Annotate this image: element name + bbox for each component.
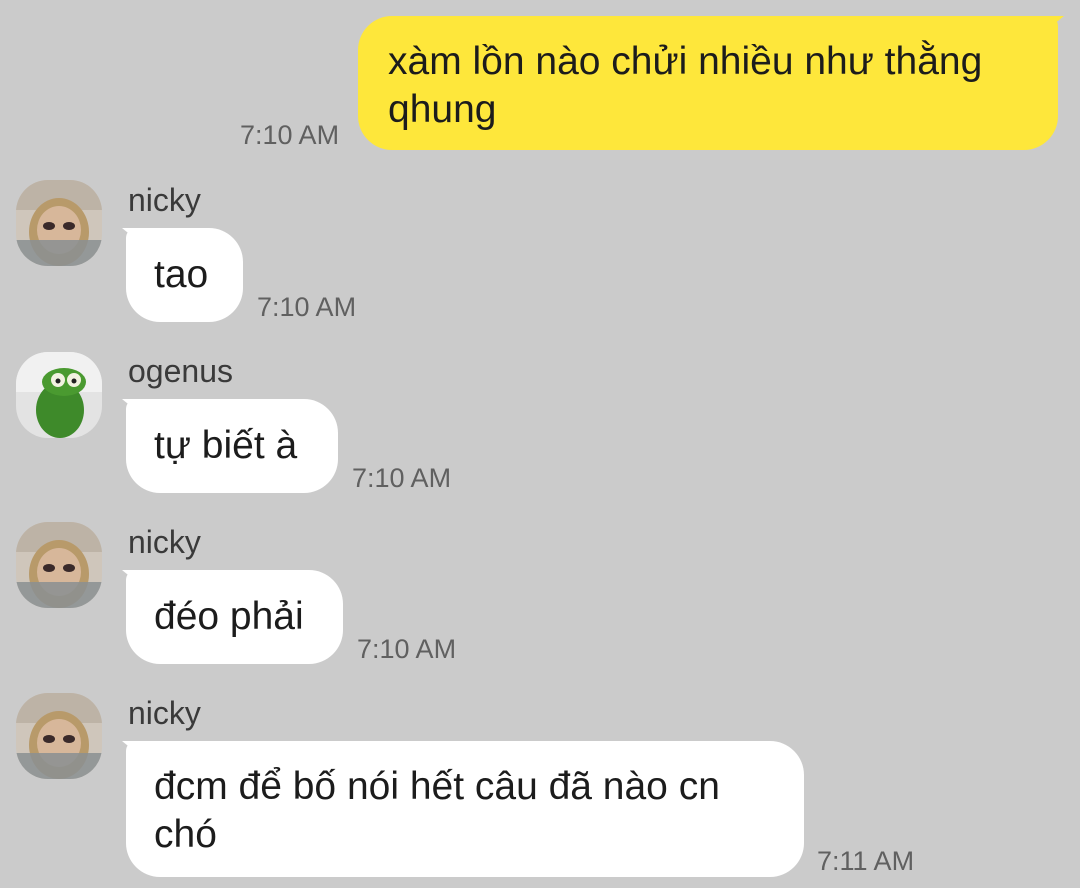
message-text: tao [154,253,209,296]
bubble-tail [1042,16,1064,34]
chat-history[interactable]: 7:10 AM xàm lồn nào chửi nhiều như thằng… [0,0,1080,888]
bubble-tail [122,228,144,246]
message-timestamp: 7:10 AM [240,120,340,150]
incoming-message-bubble[interactable]: đcm để bố nói hết câu đã nào cn chó [126,741,804,877]
bubble-tail [122,399,144,417]
profile-avatar-nicky[interactable] [16,693,102,779]
message-text: xàm lồn nào chửi nhiều như thằng qhung [388,40,983,131]
face-photo-avatar-icon [16,693,102,779]
bubble-tail [122,741,144,759]
message-text: đcm để bố nói hết câu đã nào cn chó [154,765,720,856]
message-timestamp: 7:10 AM [257,292,357,322]
profile-avatar-nicky[interactable] [16,180,102,266]
bubble-tail [122,570,144,588]
sender-name: nicky [128,695,201,731]
message-text: tự biết à [154,424,298,467]
message-text: đéo phải [154,595,304,638]
face-photo-avatar-icon [16,522,102,608]
incoming-message-bubble[interactable]: tự biết à [126,399,338,493]
incoming-message-bubble[interactable]: đéo phải [126,570,343,664]
message-timestamp: 7:11 AM [817,846,915,876]
sender-name: nicky [128,182,201,218]
outgoing-message-bubble[interactable]: xàm lồn nào chửi nhiều như thằng qhung [358,16,1058,150]
message-timestamp: 7:10 AM [352,463,452,493]
message-timestamp: 7:10 AM [357,634,457,664]
face-photo-avatar-icon [16,180,102,266]
green-frog-avatar-icon [16,352,102,438]
sender-name: ogenus [128,353,233,389]
profile-avatar-nicky[interactable] [16,522,102,608]
profile-avatar-ogenus[interactable] [16,352,102,438]
sender-name: nicky [128,524,201,560]
